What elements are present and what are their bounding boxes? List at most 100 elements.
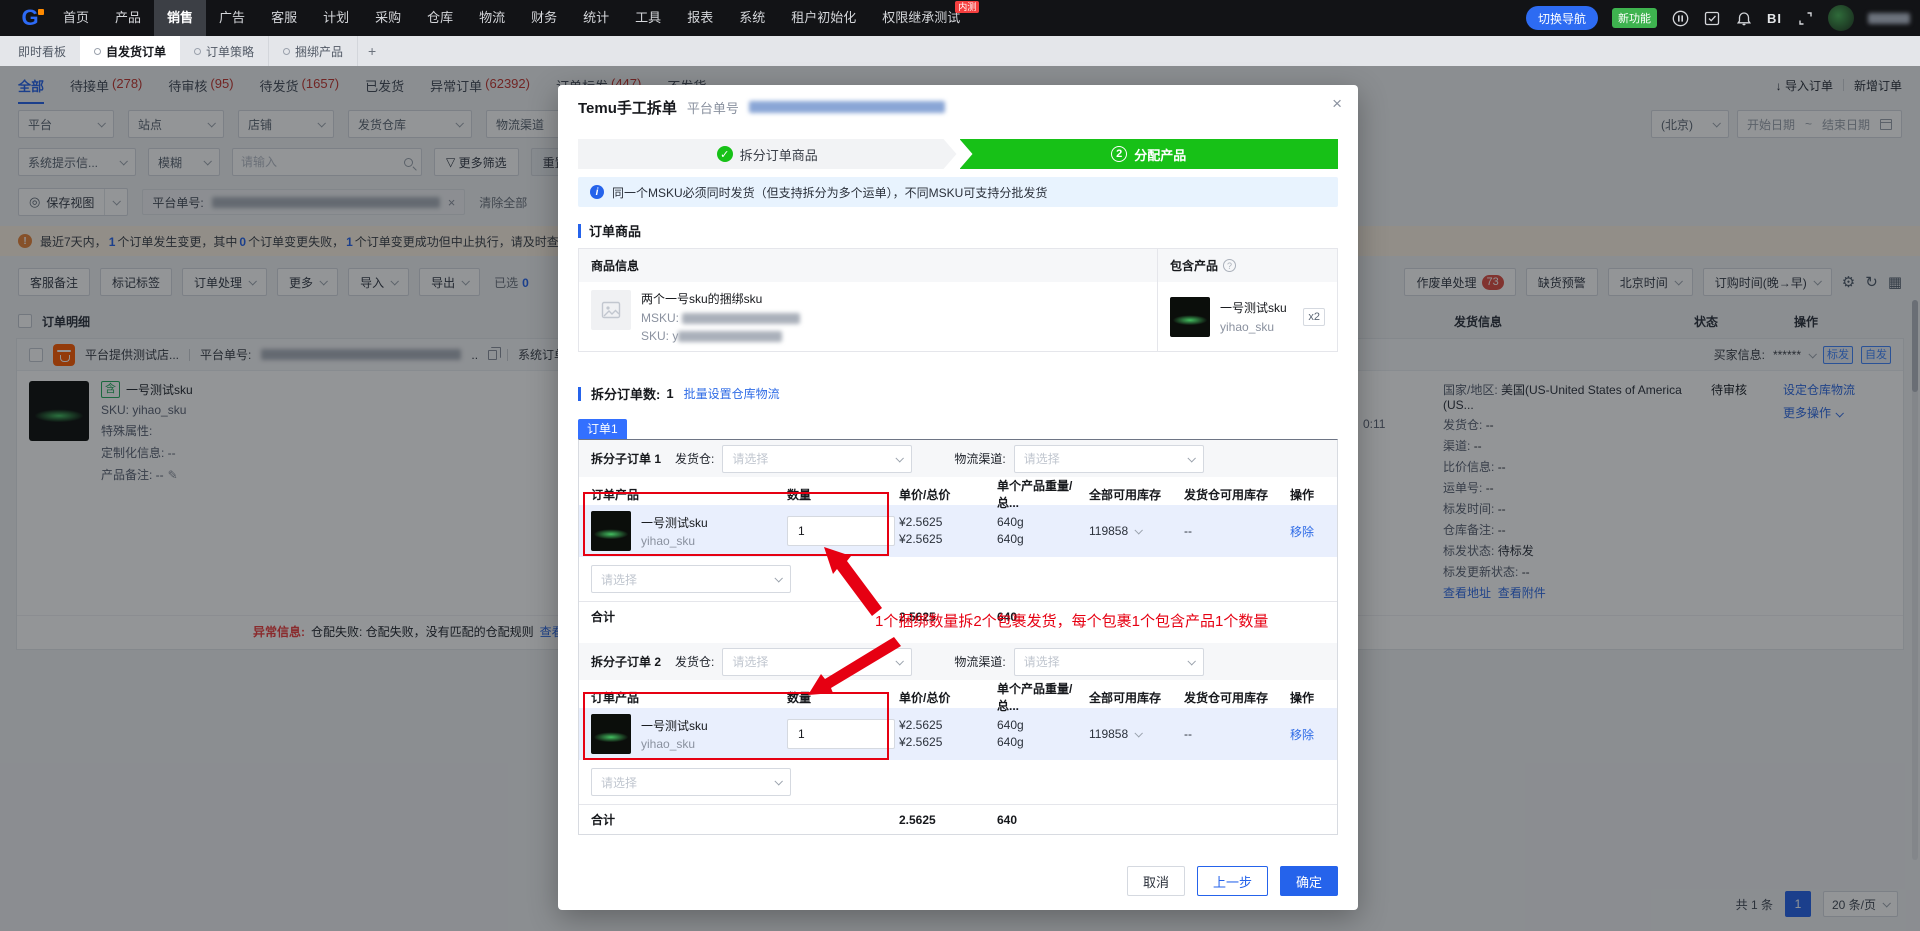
nav-products[interactable]: 产品 (102, 0, 154, 36)
chevron-down-icon (896, 657, 904, 665)
sub-order-1-columns: 订单产品数量单价/总价单个产品重量/总...全部可用库存发货仓可用库存操作 (579, 477, 1337, 505)
logo-dot-icon (38, 9, 44, 15)
nav-home[interactable]: 首页 (50, 0, 102, 36)
select-placeholder: 请选择 (1024, 450, 1181, 467)
sub-order-2-header: 拆分子订单 2 发货仓: 请选择 物流渠道: 请选择 (579, 643, 1337, 680)
col-contained-products: 包含产品 (1170, 257, 1218, 274)
nav-statistics[interactable]: 统计 (570, 0, 622, 36)
goods-table-header: 商品信息 包含产品? (579, 249, 1337, 282)
beta-badge: 内测 (955, 1, 979, 13)
switch-nav-button[interactable]: 切换导航 (1526, 6, 1598, 30)
total-price-sum: 2.5625 (899, 813, 997, 827)
total-weight: 640g (997, 531, 1089, 548)
contained-product-sku: yihao_sku (1220, 320, 1287, 334)
select-placeholder: 请选择 (601, 571, 768, 588)
remove-product-link[interactable]: 移除 (1290, 726, 1325, 743)
warehouse-stock-value: -- (1184, 727, 1290, 741)
nav-logistics[interactable]: 物流 (466, 0, 518, 36)
sub-order-2-total-row: 合计 2.5625 640 (579, 804, 1337, 834)
nav-finance[interactable]: 财务 (518, 0, 570, 36)
nav-service[interactable]: 客服 (258, 0, 310, 36)
nav-permission-test-label: 权限继承测试 (882, 10, 960, 25)
tab-dashboard[interactable]: 即时看板 (4, 36, 80, 66)
pin-icon (283, 48, 290, 55)
product-sku: yihao_sku (641, 737, 708, 751)
image-placeholder-icon (591, 290, 631, 330)
all-stock-dropdown[interactable]: 119858 (1089, 727, 1184, 741)
nav-tenant-init[interactable]: 租户初始化 (778, 0, 869, 36)
workspace-tabbar: 即时看板 自发货订单 订单策略 捆绑产品 + (0, 36, 1920, 66)
channel-select[interactable]: 请选择 (1014, 445, 1204, 473)
tab-self-ship-orders[interactable]: 自发货订单 (80, 36, 180, 66)
cancel-button[interactable]: 取消 (1127, 866, 1185, 896)
redacted-sku (678, 331, 782, 342)
nav-sales[interactable]: 销售 (154, 0, 206, 36)
nav-ads[interactable]: 广告 (206, 0, 258, 36)
bi-link[interactable]: BI (1767, 11, 1782, 26)
total-label: 合计 (591, 608, 787, 625)
fullscreen-icon[interactable] (1796, 9, 1814, 27)
sub-order-1-header: 拆分子订单 1 发货仓: 请选择 物流渠道: 请选择 (579, 440, 1337, 477)
warehouse-select[interactable]: 请选择 (722, 445, 912, 473)
modal-body: ✓ 拆分订单商品 2 分配产品 i 同一个MSKU必须同时发货（但支持拆分为多个… (558, 139, 1358, 835)
section-order-goods: 订单商品 (578, 221, 1338, 240)
app-logo[interactable]: G (10, 5, 50, 31)
task-calendar-icon[interactable] (1703, 9, 1721, 27)
channel-select[interactable]: 请选择 (1014, 648, 1204, 676)
quantity-input[interactable] (787, 516, 895, 546)
product-sku: yihao_sku (641, 534, 708, 548)
tab-bundle-products[interactable]: 捆绑产品 (269, 36, 358, 66)
redacted-platform-order-no (749, 101, 945, 113)
modal-footer: 取消 上一步 确定 (1127, 866, 1338, 896)
quantity-badge: x2 (1303, 308, 1325, 326)
unit-price: ¥2.5625 (899, 717, 997, 734)
confirm-button[interactable]: 确定 (1280, 866, 1338, 896)
warehouse-select[interactable]: 请选择 (722, 648, 912, 676)
info-icon: i (590, 185, 604, 199)
sub-order-1: 拆分子订单 1 发货仓: 请选择 物流渠道: 请选择 订单产品数量单价/总价单个… (579, 440, 1337, 631)
quantity-input[interactable] (787, 719, 895, 749)
split-count-value: 1 (666, 386, 673, 401)
pin-icon (94, 48, 101, 55)
chevron-down-icon (896, 454, 904, 462)
add-product-select[interactable]: 请选择 (591, 565, 791, 593)
nav-permission-test[interactable]: 权限继承测试内测 (869, 0, 973, 36)
annotation-text: 1个捆绑数量拆2个包裹发货，每个包裹1个包含产品1个数量 (875, 610, 1268, 631)
user-avatar[interactable] (1828, 5, 1854, 31)
batch-set-warehouse-link[interactable]: 批量设置仓库物流 (684, 385, 780, 402)
modal-header: Temu手工拆单 平台单号 × (558, 85, 1358, 129)
total-weight: 640g (997, 734, 1089, 751)
tab-order-strategy[interactable]: 订单策略 (180, 36, 269, 66)
add-tab-button[interactable]: + (358, 36, 386, 66)
nav-purchase[interactable]: 采购 (362, 0, 414, 36)
all-stock-value: 119858 (1089, 524, 1128, 538)
nav-tools[interactable]: 工具 (622, 0, 674, 36)
nav-plan[interactable]: 计划 (310, 0, 362, 36)
sub-order-2-add-row: 请选择 (579, 760, 1337, 804)
goods-table: 商品信息 包含产品? 两个一号sku的捆绑sku MSKU: SKU: y (578, 248, 1338, 352)
bell-icon[interactable] (1735, 9, 1753, 27)
step-assign-products: 2 分配产品 (960, 139, 1339, 169)
warehouse-label: 发货仓: (675, 450, 714, 467)
nav-warehouse[interactable]: 仓库 (414, 0, 466, 36)
pause-circle-icon[interactable] (1671, 9, 1689, 27)
order-1-box: 拆分子订单 1 发货仓: 请选择 物流渠道: 请选择 订单产品数量单价/总价单个… (578, 439, 1338, 835)
all-stock-dropdown[interactable]: 119858 (1089, 524, 1184, 538)
warehouse-label: 发货仓: (675, 653, 714, 670)
total-weight-sum: 640 (997, 813, 1089, 827)
help-question-icon[interactable]: ? (1223, 259, 1236, 272)
new-feature-button[interactable]: 新功能 (1612, 8, 1657, 28)
select-placeholder: 请选择 (732, 653, 889, 670)
nav-reports[interactable]: 报表 (674, 0, 726, 36)
remove-product-link[interactable]: 移除 (1290, 523, 1325, 540)
add-product-select[interactable]: 请选择 (591, 768, 791, 796)
unit-weight: 640g (997, 514, 1089, 531)
close-icon[interactable]: × (1332, 95, 1342, 112)
sub-order-2-product-row: 一号测试skuyihao_sku ¥2.5625¥2.5625 640g640g… (579, 708, 1337, 760)
prev-step-button[interactable]: 上一步 (1197, 866, 1268, 896)
nav-system[interactable]: 系统 (726, 0, 778, 36)
msku-info-alert: i 同一个MSKU必须同时发货（但支持拆分为多个运单），不同MSKU可支持分批发… (578, 177, 1338, 207)
redacted-username (1868, 13, 1910, 24)
chevron-down-icon (1135, 526, 1143, 534)
temu-split-modal: Temu手工拆单 平台单号 × ✓ 拆分订单商品 2 分配产品 i 同一个MSK… (558, 85, 1358, 910)
